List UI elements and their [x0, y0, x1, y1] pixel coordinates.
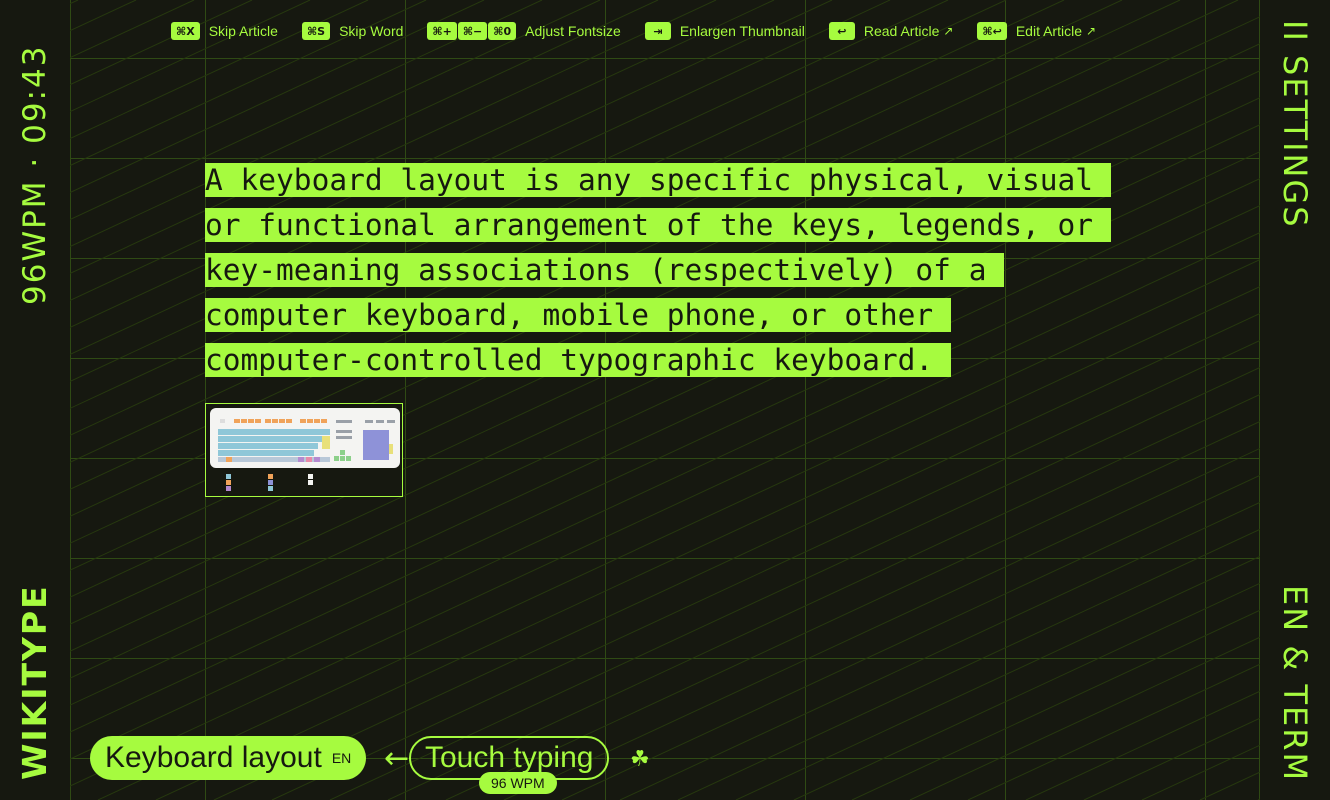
shortcut-label: Skip Word: [339, 23, 404, 39]
shortcut-label: Read Article: [863, 23, 940, 39]
tab-key-icon: ⇥: [644, 22, 671, 40]
current-article-language: EN: [331, 750, 352, 766]
current-article-title: Keyboard layout: [105, 741, 322, 774]
shortcut-label: Enlargen Thumbnail: [679, 23, 805, 39]
external-link-icon: ↗: [1085, 24, 1097, 38]
clover-icon[interactable]: ☘: [630, 747, 650, 772]
background-grid: [70, 0, 1260, 800]
current-article-pill[interactable]: Keyboard layout EN: [90, 736, 367, 780]
shortcut-skip-word[interactable]: ⌘S Skip Word: [301, 22, 404, 40]
return-key-icon: ↩: [828, 22, 855, 40]
key-badge: ⌘+: [427, 22, 457, 40]
shortcut-label: Skip Article: [208, 23, 278, 39]
arrow-left-icon: ←: [384, 741, 410, 776]
article-line: A keyboard layout is any specific physic…: [205, 163, 1112, 197]
settings-button[interactable]: II SETTINGS: [1276, 20, 1314, 229]
next-article-title: Touch typing: [425, 741, 594, 774]
language-toggle[interactable]: EN & TERM: [1276, 585, 1314, 782]
key-badge: ⌘−: [457, 22, 488, 40]
key-badge: ⌘S: [301, 22, 331, 40]
wpm-badge: 96 WPM: [479, 772, 557, 794]
keyboard-layout-thumbnail: [210, 408, 400, 468]
key-badge: ⌘↩: [977, 22, 1007, 40]
key-badge: ⌘0: [488, 22, 517, 40]
shortcut-edit-article[interactable]: ⌘↩ Edit Article ↗: [977, 22, 1096, 40]
article-thumbnail[interactable]: [205, 403, 403, 497]
article-line: computer keyboard, mobile phone, or othe…: [205, 298, 952, 332]
article-text[interactable]: A keyboard layout is any specific physic…: [205, 158, 1135, 383]
article-line: computer-controlled typographic keyboard…: [205, 343, 952, 377]
shortcut-skip-article[interactable]: ⌘X Skip Article: [171, 22, 278, 40]
key-badge: ⌘X: [171, 22, 200, 40]
shortcut-label: Adjust Fontsize: [525, 23, 621, 39]
article-line: or functional arrangement of the keys, l…: [205, 208, 1112, 242]
shortcut-enlargen-thumbnail[interactable]: ⇥ Enlargen Thumbnail: [644, 22, 805, 40]
shortcut-read-article[interactable]: ↩ Read Article ↗: [828, 22, 954, 40]
shortcut-bar: ⌘X Skip Article ⌘S Skip Word ⌘+ ⌘− ⌘0 Ad…: [171, 20, 1120, 42]
article-line: key-meaning associations (respectively) …: [205, 253, 1005, 287]
thumbnail-legend: [226, 474, 313, 491]
wpm-timer-status: 96WPM · 09:43: [17, 44, 53, 305]
shortcut-adjust-fontsize[interactable]: ⌘+ ⌘− ⌘0 Adjust Fontsize: [427, 22, 621, 40]
external-link-icon: ↗: [943, 24, 954, 38]
app-logo: WIKITYPE: [15, 584, 54, 780]
shortcut-label: Edit Article: [1015, 23, 1082, 39]
